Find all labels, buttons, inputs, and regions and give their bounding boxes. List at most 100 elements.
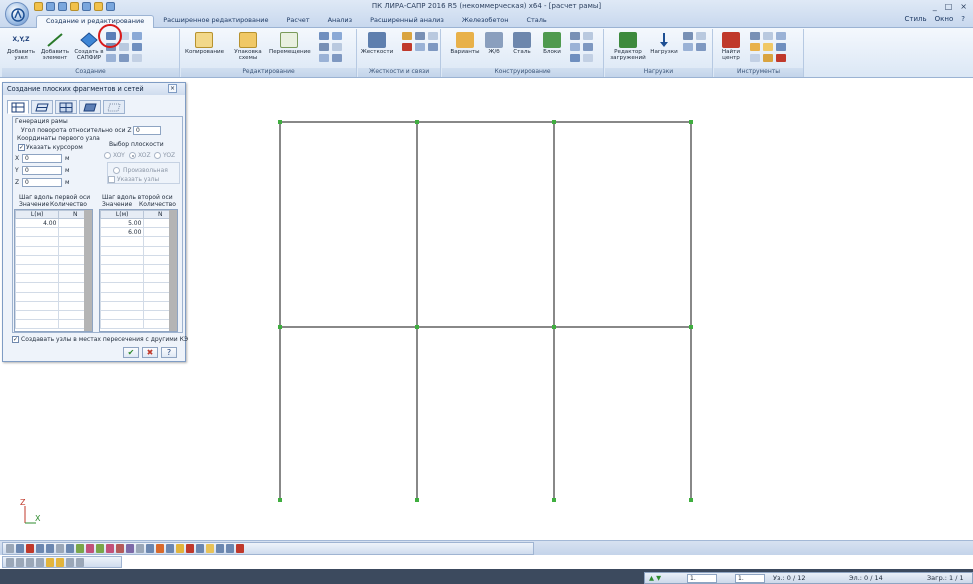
- slab-tab[interactable]: [79, 100, 101, 114]
- table-row[interactable]: 6.001: [99, 227, 177, 238]
- zoom-in-icon[interactable]: [36, 544, 44, 553]
- model-view[interactable]: [190, 82, 973, 538]
- load-tool2-icon[interactable]: [696, 32, 706, 40]
- tool1-icon[interactable]: [750, 32, 760, 40]
- tool6-icon[interactable]: [776, 43, 786, 51]
- triangulation-icon[interactable]: [132, 54, 142, 62]
- join-icon[interactable]: [332, 43, 342, 51]
- frame-grid-tab[interactable]: [7, 100, 29, 114]
- load-tool3-icon[interactable]: [683, 43, 693, 51]
- table-row[interactable]: [99, 263, 177, 275]
- tool4-icon[interactable]: [750, 43, 760, 51]
- perspective-icon[interactable]: [146, 544, 154, 553]
- table-row[interactable]: 5.001: [99, 217, 177, 229]
- step1-scrollbar[interactable]: [84, 210, 92, 331]
- window5-icon[interactable]: [46, 558, 54, 567]
- x-coordinate-input[interactable]: 0: [22, 154, 62, 163]
- step1-grid[interactable]: L(м) N 4.003: [14, 209, 93, 332]
- window7-icon[interactable]: [66, 558, 74, 567]
- plane-yoz-radio[interactable]: [154, 152, 161, 159]
- shell-icon[interactable]: [106, 54, 116, 62]
- delete-icon[interactable]: [319, 54, 329, 62]
- plate-tab[interactable]: [31, 100, 53, 114]
- node[interactable]: [689, 325, 693, 329]
- y-coordinate-input[interactable]: 0: [22, 166, 62, 175]
- load-tool1-icon[interactable]: [683, 32, 693, 40]
- help-button[interactable]: ?: [161, 347, 177, 358]
- node[interactable]: [278, 120, 282, 124]
- table-row[interactable]: [14, 300, 92, 311]
- z-coordinate-input[interactable]: 0: [22, 178, 62, 187]
- table-row[interactable]: [14, 309, 92, 321]
- frame-drawing[interactable]: [190, 82, 973, 538]
- ok-button[interactable]: ✔: [123, 347, 139, 358]
- table-row[interactable]: [99, 319, 177, 330]
- arc-icon[interactable]: [119, 43, 129, 51]
- cancel-button[interactable]: ✖: [142, 347, 158, 358]
- copy-button[interactable]: Копирование: [185, 31, 224, 67]
- table-row[interactable]: [99, 309, 177, 321]
- maximize-button[interactable]: □: [945, 2, 953, 11]
- blocks-button[interactable]: Блоки: [538, 31, 566, 67]
- tool2-icon[interactable]: [763, 32, 773, 40]
- window-menu[interactable]: Окно: [935, 15, 954, 23]
- show-cursor-checkbox[interactable]: ✓: [18, 144, 25, 151]
- solid-icon[interactable]: [119, 54, 129, 62]
- table-row[interactable]: [99, 254, 177, 265]
- pencil-icon[interactable]: [176, 544, 184, 553]
- table-row[interactable]: [14, 254, 92, 265]
- move-button[interactable]: Перемещение: [269, 31, 311, 67]
- zoom-out-icon[interactable]: [46, 544, 54, 553]
- style-menu[interactable]: Стиль: [905, 15, 927, 23]
- flag-icon[interactable]: [96, 544, 104, 553]
- table-row[interactable]: [14, 291, 92, 302]
- pack-scheme-button[interactable]: Упаковка схемы: [231, 31, 265, 67]
- table-row[interactable]: [99, 300, 177, 311]
- node[interactable]: [552, 325, 556, 329]
- table-row[interactable]: [14, 245, 92, 256]
- loads-button[interactable]: Нагрузки: [647, 31, 681, 67]
- table-row[interactable]: [99, 245, 177, 256]
- plane-xoz-radio[interactable]: [129, 152, 136, 159]
- design-tool4-icon[interactable]: [583, 43, 593, 51]
- show-nodes-checkbox[interactable]: [108, 176, 115, 183]
- close-button[interactable]: ×: [960, 2, 967, 11]
- tab-advanced-edit[interactable]: Расширенное редактирование: [154, 15, 277, 28]
- tab-create-edit[interactable]: Создание и редактирование: [36, 15, 155, 28]
- step2-scrollbar[interactable]: [169, 210, 177, 331]
- help-menu[interactable]: ?: [961, 15, 965, 23]
- rotate-icon[interactable]: [319, 32, 329, 40]
- axis-view-icon[interactable]: [166, 544, 174, 553]
- zoom-window-icon[interactable]: [56, 544, 64, 553]
- renumber-icon[interactable]: [332, 54, 342, 62]
- grid-snap-icon[interactable]: [26, 544, 34, 553]
- tool3-icon[interactable]: [776, 32, 786, 40]
- window3-icon[interactable]: [26, 558, 34, 567]
- tab-concrete[interactable]: Железобетон: [453, 15, 518, 28]
- node[interactable]: [415, 120, 419, 124]
- ruler-icon[interactable]: [196, 544, 204, 553]
- rotate-view-icon[interactable]: [66, 544, 74, 553]
- window4-icon[interactable]: [36, 558, 44, 567]
- projection-icon[interactable]: [136, 544, 144, 553]
- mesh-tab[interactable]: [55, 100, 77, 114]
- steel-button[interactable]: Сталь: [508, 31, 536, 67]
- filter-icon[interactable]: [76, 544, 84, 553]
- tool8-icon[interactable]: [763, 54, 773, 62]
- arbitrary-plane-radio[interactable]: [113, 167, 120, 174]
- node[interactable]: [689, 498, 693, 502]
- node[interactable]: [552, 498, 556, 502]
- node[interactable]: [278, 498, 282, 502]
- split-icon[interactable]: [319, 43, 329, 51]
- node[interactable]: [689, 120, 693, 124]
- surface-icon[interactable]: [132, 32, 142, 40]
- coupling-icon[interactable]: [428, 32, 438, 40]
- support-icon[interactable]: [402, 43, 412, 51]
- window2-icon[interactable]: [16, 558, 24, 567]
- table-row[interactable]: [14, 319, 92, 330]
- table-row[interactable]: [14, 236, 92, 247]
- tool7-icon[interactable]: [750, 54, 760, 62]
- undo-view-icon[interactable]: [216, 544, 224, 553]
- table-row[interactable]: 4.003: [14, 217, 92, 229]
- node[interactable]: [415, 325, 419, 329]
